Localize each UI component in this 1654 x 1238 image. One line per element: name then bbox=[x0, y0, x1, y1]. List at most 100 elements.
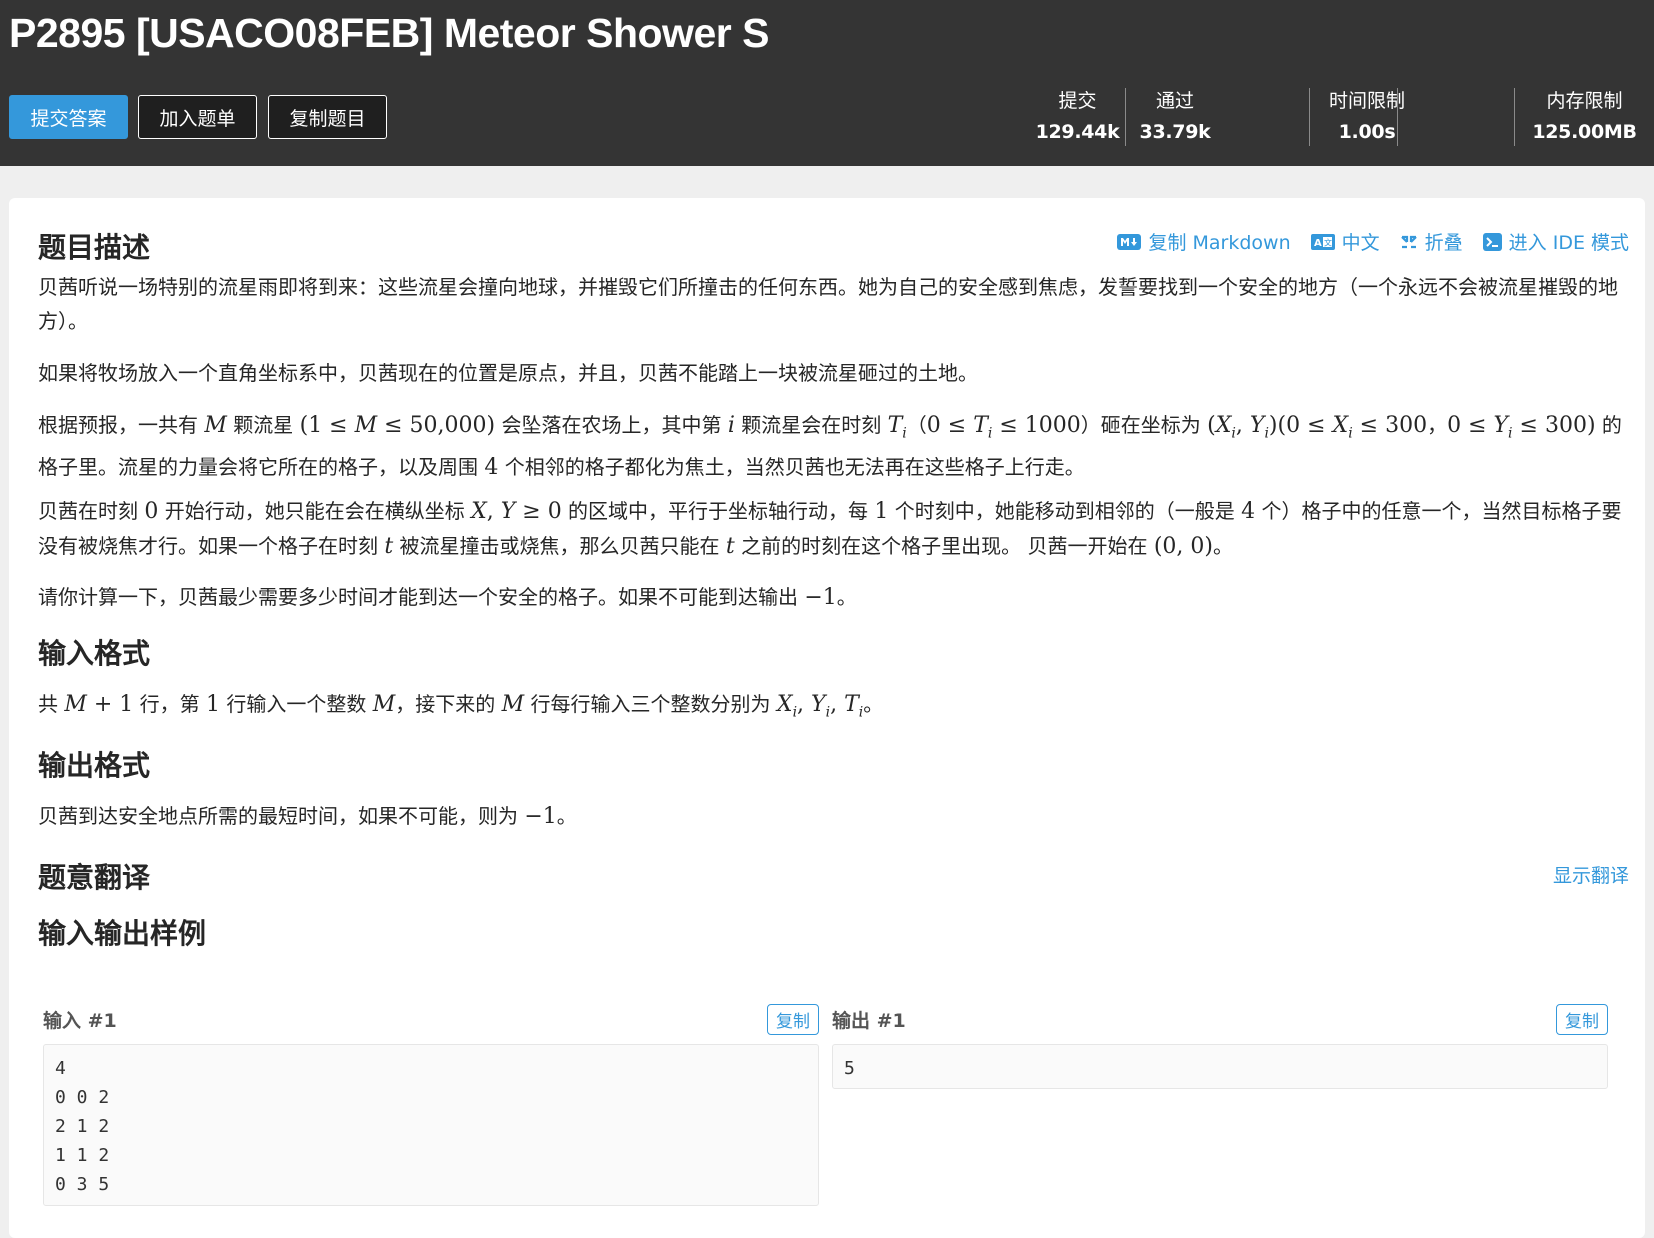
text-fragment: （ bbox=[906, 413, 927, 437]
math-formula: 4 bbox=[1241, 499, 1256, 524]
math-formula: M + 1 bbox=[64, 692, 134, 717]
text-fragment: 个时刻中，她能移动到相邻的（一般是 bbox=[888, 499, 1242, 523]
stat-label: 时间限制 bbox=[1328, 90, 1405, 112]
input-format-text: 共 M + 1 行，第 1 行输入一个整数 M，接下来的 M 行每行输入三个整数… bbox=[38, 687, 1628, 729]
stat-value: 1.00s bbox=[1338, 121, 1396, 143]
ide-mode-label: 进入 IDE 模式 bbox=[1508, 232, 1629, 254]
math-formula: t bbox=[384, 534, 394, 559]
svg-text:A: A bbox=[1314, 238, 1322, 249]
copy-input-button[interactable]: 复制 bbox=[767, 1004, 819, 1035]
math-formula: −1 bbox=[524, 804, 557, 829]
problem-title: P2895 [USACO08FEB] Meteor Shower S bbox=[9, 10, 769, 56]
input-format-heading: 输入格式 bbox=[38, 637, 151, 670]
text-fragment: 被流星撞击或烧焦，那么贝茜只能在 bbox=[393, 534, 726, 558]
math-formula: t bbox=[725, 534, 735, 559]
stat-divider bbox=[1397, 88, 1398, 146]
stat-value: 33.79k bbox=[1139, 121, 1211, 143]
svg-text:文: 文 bbox=[1324, 237, 1332, 247]
math-formula: 0 ≤ Ti ≤ 1000 bbox=[926, 413, 1081, 442]
markdown-icon bbox=[1117, 233, 1142, 250]
show-translation-link[interactable]: 显示翻译 bbox=[1553, 861, 1629, 888]
math-formula: (1 ≤ M ≤ 50,000) bbox=[299, 413, 496, 438]
text-fragment: 。 bbox=[836, 585, 857, 609]
description-heading: 题目描述 bbox=[38, 231, 151, 264]
math-formula: 1 bbox=[206, 692, 221, 717]
text-fragment: 贝茜在时刻 bbox=[38, 499, 145, 523]
text-fragment: 行，第 bbox=[133, 692, 207, 716]
math-formula: 1 bbox=[874, 499, 889, 524]
math-formula: 0 ≤ Yi ≤ 300) bbox=[1447, 413, 1596, 442]
collapse-icon bbox=[1400, 235, 1417, 248]
output-format-heading: 输出格式 bbox=[38, 749, 151, 782]
text-fragment: 。 bbox=[556, 804, 577, 828]
text-fragment: ）砸在坐标为 bbox=[1080, 413, 1208, 437]
text-fragment: 贝茜到达安全地点所需的最短时间，如果不可能，则为 bbox=[38, 804, 525, 828]
samples-heading: 输入输出样例 bbox=[38, 917, 207, 950]
text-fragment: 行输入一个整数 bbox=[220, 692, 373, 716]
stat-submissions: 提交 129.44k bbox=[1025, 88, 1130, 146]
description-paragraph-4: 贝茜在时刻 0 开始行动，她只能在会在横纵坐标 X, Y ≥ 0 的区域中，平行… bbox=[38, 494, 1628, 564]
math-formula: 0 bbox=[144, 499, 159, 524]
math-formula: M bbox=[501, 692, 525, 717]
text-fragment: 根据预报，一共有 bbox=[38, 413, 205, 437]
translate-icon: A 文 bbox=[1310, 233, 1335, 250]
sample-output-box[interactable]: 5 bbox=[832, 1044, 1608, 1089]
terminal-icon bbox=[1482, 232, 1502, 251]
problem-card: 题目描述 复制 Markdown A 文 中文 折叠 进入 IDE 模式 贝茜听… bbox=[9, 198, 1645, 1238]
math-formula: M bbox=[204, 413, 227, 438]
math-formula: (Xi, Yi)(0 ≤ Xi ≤ 300 bbox=[1207, 413, 1428, 442]
sample-output-label: 输出 #1 bbox=[832, 1010, 906, 1032]
text-fragment: ， bbox=[1427, 413, 1448, 437]
text-fragment: 请你计算一下，贝茜最少需要多少时间才能到达一个安全的格子。如果不可能到达输出 bbox=[38, 585, 805, 609]
copy-markdown-button[interactable]: 复制 Markdown bbox=[1117, 228, 1291, 255]
description-paragraph-1: 贝茜听说一场特别的流星雨即将到来：这些流星会撞向地球，并摧毁它们所撞击的任何东西… bbox=[38, 275, 1618, 333]
text-fragment: 行每行输入三个整数分别为 bbox=[524, 692, 777, 716]
text-fragment: 之前的时刻在这个格子里出现。 贝茜一开始在 bbox=[734, 534, 1154, 558]
ide-mode-button[interactable]: 进入 IDE 模式 bbox=[1482, 228, 1629, 255]
stat-label: 通过 bbox=[1155, 90, 1194, 112]
language-button[interactable]: A 文 中文 bbox=[1310, 228, 1380, 255]
text-fragment: 颗流星会在时刻 bbox=[734, 413, 888, 437]
description-paragraph-3: 根据预报，一共有 M 颗流星 (1 ≤ M ≤ 50,000) 会坠落在农场上，… bbox=[38, 408, 1628, 485]
math-formula: Xi, Yi, Ti bbox=[776, 692, 864, 721]
description-paragraph-2: 如果将牧场放入一个直角坐标系中，贝茜现在的位置是原点，并且，贝茜不能踏上一块被流… bbox=[38, 361, 978, 385]
text-fragment: 的区域中，平行于坐标轴行动，每 bbox=[561, 499, 875, 523]
stat-label: 提交 bbox=[1058, 90, 1097, 112]
text-fragment: ，接下来的 bbox=[395, 692, 502, 716]
collapse-button[interactable]: 折叠 bbox=[1400, 228, 1463, 255]
math-formula: 4 bbox=[484, 455, 499, 481]
stat-time-limit: 时间限制 1.00s bbox=[1309, 88, 1424, 146]
language-label: 中文 bbox=[1341, 232, 1380, 254]
translation-heading: 题意翻译 bbox=[38, 861, 151, 894]
description-paragraph-5: 请你计算一下，贝茜最少需要多少时间才能到达一个安全的格子。如果不可能到达输出 −… bbox=[38, 580, 1628, 615]
submit-answer-button[interactable]: 提交答案 bbox=[9, 95, 128, 139]
problem-header: P2895 [USACO08FEB] Meteor Shower S 提交答案 … bbox=[0, 0, 1654, 166]
math-formula: i bbox=[727, 413, 735, 438]
stat-value: 129.44k bbox=[1035, 121, 1120, 143]
text-fragment: 颗流星 bbox=[226, 413, 300, 437]
add-to-list-button[interactable]: 加入题单 bbox=[138, 95, 257, 139]
sample-input-label: 输入 #1 bbox=[43, 1010, 117, 1032]
copy-markdown-label: 复制 Markdown bbox=[1148, 232, 1291, 254]
copy-problem-button[interactable]: 复制题目 bbox=[268, 95, 387, 139]
stat-value: 125.00MB bbox=[1532, 121, 1637, 143]
text-fragment: 共 bbox=[38, 692, 65, 716]
text-fragment: 。 bbox=[1213, 534, 1233, 558]
math-formula: M bbox=[372, 692, 396, 717]
math-formula: X, Y ≥ 0 bbox=[471, 499, 562, 524]
collapse-label: 折叠 bbox=[1424, 232, 1463, 254]
text-fragment: 个相邻的格子都化为焦土，当然贝茜也无法再在这些格子上行走。 bbox=[498, 455, 1085, 480]
copy-output-button[interactable]: 复制 bbox=[1556, 1004, 1608, 1035]
sample-input-box[interactable]: 4 0 0 2 2 1 2 1 1 2 0 3 5 bbox=[43, 1044, 819, 1206]
math-formula: Ti bbox=[887, 413, 907, 442]
stat-accepted: 通过 33.79k bbox=[1125, 88, 1224, 146]
text-fragment: 。 bbox=[863, 692, 884, 716]
text-fragment: 开始行动，她只能在会在横纵坐标 bbox=[158, 499, 472, 523]
text-fragment: 会坠落在农场上，其中第 bbox=[495, 413, 728, 437]
problem-toolbar: 复制 Markdown A 文 中文 折叠 进入 IDE 模式 bbox=[1097, 228, 1629, 255]
output-format-text: 贝茜到达安全地点所需的最短时间，如果不可能，则为 −1。 bbox=[38, 799, 1628, 834]
math-formula: −1 bbox=[804, 585, 837, 610]
stat-memory-limit: 内存限制 125.00MB bbox=[1514, 88, 1654, 146]
math-formula: (0, 0) bbox=[1153, 534, 1213, 559]
stat-label: 内存限制 bbox=[1546, 90, 1623, 112]
